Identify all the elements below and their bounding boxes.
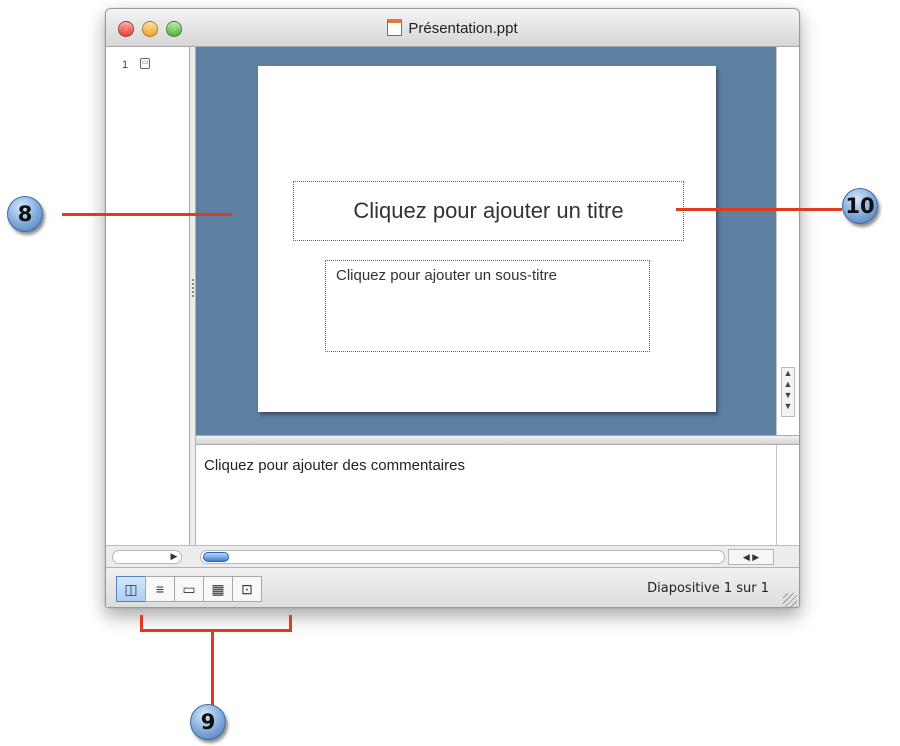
thumbnail-pane[interactable]: 1 ▭ bbox=[106, 47, 190, 547]
callout-line-9 bbox=[211, 632, 214, 706]
horizontal-scroll-row: ▶ ◀ ▶ bbox=[106, 545, 799, 567]
callout-badge-9: 9 bbox=[190, 704, 226, 740]
status-text: Diapositive 1 sur 1 bbox=[647, 581, 769, 596]
page-navigation-arrows-icon[interactable]: ▲ ▲ ▼ ▼ bbox=[781, 367, 795, 417]
slide-icon[interactable]: ▭ bbox=[140, 58, 150, 69]
status-bar: ◫ ≡ ▭ ▦ ⊡ Diapositive 1 sur 1 bbox=[106, 567, 799, 607]
callout-line-10 bbox=[676, 208, 842, 211]
slide-number: 1 bbox=[122, 59, 129, 71]
slide-editing-area[interactable]: Cliquez pour ajouter un titre Cliquez po… bbox=[196, 47, 776, 435]
document-icon bbox=[387, 19, 403, 36]
slide-view-button[interactable]: ▭ bbox=[174, 576, 204, 602]
presentation-window: Présentation.ppt 1 ▭ Cliquez pour ajoute… bbox=[105, 8, 800, 608]
hscroll-arrows-icon[interactable]: ◀ ▶ bbox=[728, 549, 774, 565]
notes-scrollbar[interactable] bbox=[776, 445, 799, 545]
outline-view-icon: ≡ bbox=[155, 581, 165, 597]
callout-badge-10: 10 bbox=[842, 188, 878, 224]
slide-sorter-view-button[interactable]: ▦ bbox=[203, 576, 233, 602]
callout-bracket-right bbox=[289, 615, 292, 632]
slide-canvas[interactable]: Cliquez pour ajouter un titre Cliquez po… bbox=[258, 66, 716, 412]
slide-show-icon: ⊡ bbox=[241, 580, 253, 597]
notes-splitter[interactable] bbox=[196, 435, 799, 445]
slide-sorter-icon: ▦ bbox=[211, 580, 225, 597]
slide-hscrollbar[interactable] bbox=[200, 550, 725, 564]
scroll-right-arrow-icon[interactable]: ▶ bbox=[166, 549, 182, 565]
slide-view-icon: ▭ bbox=[182, 580, 196, 597]
title-bar[interactable]: Présentation.ppt bbox=[106, 9, 799, 47]
title-placeholder[interactable]: Cliquez pour ajouter un titre bbox=[293, 181, 684, 241]
normal-view-button[interactable]: ◫ bbox=[116, 576, 146, 602]
notes-pane[interactable]: Cliquez pour ajouter des commentaires bbox=[196, 445, 776, 545]
splitter-handle-icon[interactable] bbox=[192, 279, 194, 297]
outline-view-button[interactable]: ≡ bbox=[145, 576, 175, 602]
window-title: Présentation.ppt bbox=[408, 20, 518, 37]
subtitle-placeholder[interactable]: Cliquez pour ajouter un sous-titre bbox=[325, 260, 650, 352]
vertical-scrollbar[interactable]: ▲ ▲ ▼ ▼ bbox=[776, 47, 799, 435]
normal-view-icon: ◫ bbox=[124, 580, 138, 597]
callout-line-8 bbox=[62, 213, 232, 216]
callout-badge-8: 8 bbox=[7, 196, 43, 232]
view-buttons: ◫ ≡ ▭ ▦ ⊡ bbox=[116, 576, 262, 602]
slide-show-view-button[interactable]: ⊡ bbox=[232, 576, 262, 602]
resize-grip-icon[interactable] bbox=[783, 593, 797, 607]
callout-bracket-bottom bbox=[140, 629, 292, 632]
window-title-wrap: Présentation.ppt bbox=[106, 19, 799, 37]
scroll-thumb[interactable] bbox=[203, 552, 229, 562]
